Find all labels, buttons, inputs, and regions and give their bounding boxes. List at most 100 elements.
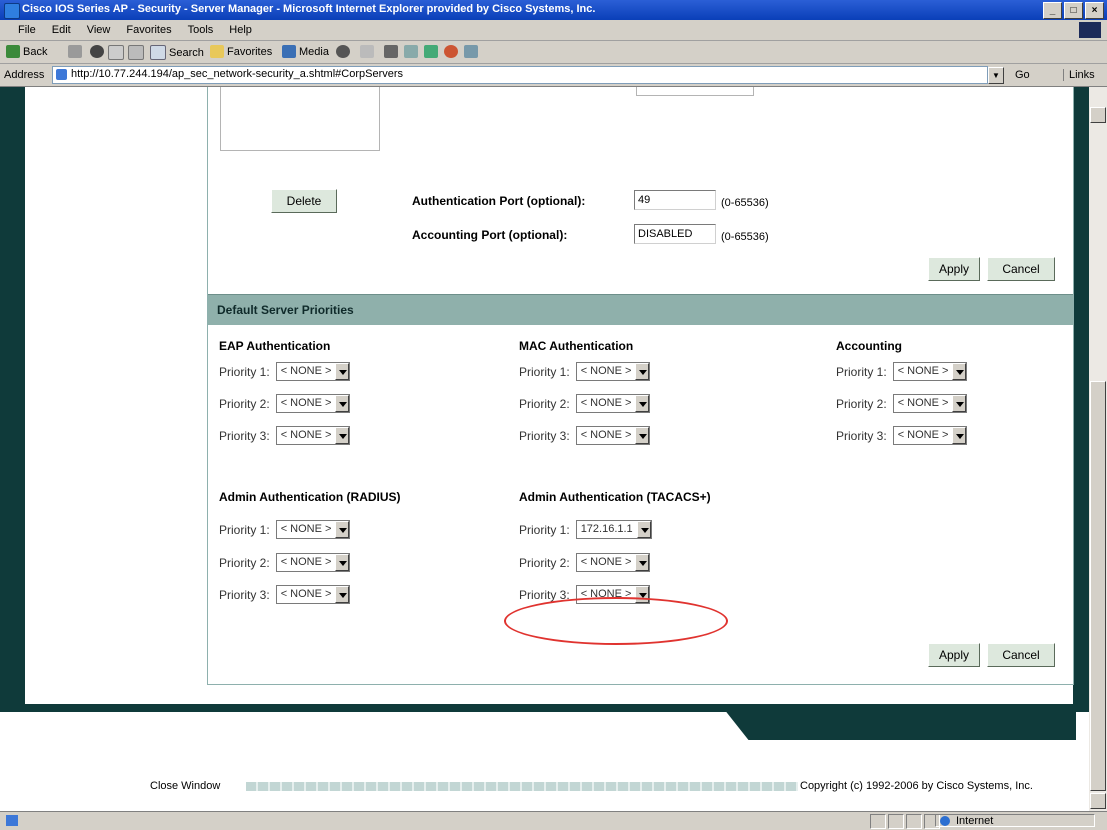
delete-button[interactable]: Delete <box>271 189 337 213</box>
eap-priority-1-select[interactable]: < NONE > <box>275 362 351 381</box>
close-button[interactable]: × <box>1085 2 1104 19</box>
server-listbox[interactable] <box>220 87 380 151</box>
chevron-down-icon <box>335 586 350 603</box>
priority-label: Priority 2: <box>219 396 270 411</box>
select-value: < NONE > <box>580 588 632 600</box>
menu-favorites[interactable]: Favorites <box>126 24 171 36</box>
menu-edit[interactable]: Edit <box>52 24 71 36</box>
go-button[interactable]: Go <box>1015 69 1030 81</box>
eap-priority-3-select[interactable]: < NONE > <box>275 426 351 445</box>
mac-priority-3-select[interactable]: < NONE > <box>575 426 651 445</box>
admin-radius-priority-3-select[interactable]: < NONE > <box>275 585 351 604</box>
forward-arrow-icon <box>68 45 82 58</box>
home-button[interactable] <box>128 45 144 60</box>
select-value: < NONE > <box>280 523 332 535</box>
cancel-button-servers[interactable]: Cancel <box>987 257 1055 281</box>
menu-file[interactable]: File <box>18 24 36 36</box>
research-button[interactable] <box>464 45 478 58</box>
chevron-down-icon <box>635 395 650 412</box>
favorites-button[interactable]: Favorites <box>210 45 272 58</box>
edit-button[interactable] <box>404 45 418 58</box>
accounting-priority-2-select[interactable]: < NONE > <box>892 394 968 413</box>
stop-button[interactable] <box>90 45 104 58</box>
chevron-down-icon <box>952 363 967 380</box>
auth-port-input[interactable]: 49 <box>634 190 716 210</box>
auth-port-label: Authentication Port (optional): <box>412 194 586 208</box>
select-value: < NONE > <box>280 429 332 441</box>
accounting-priority-3-select[interactable]: < NONE > <box>892 426 968 445</box>
clipped-input[interactable] <box>636 87 754 96</box>
address-input[interactable]: http://10.77.244.194/ap_sec_network-secu… <box>52 66 988 84</box>
menu-view[interactable]: View <box>87 24 111 36</box>
vertical-scrollbar[interactable] <box>1089 87 1107 811</box>
chevron-down-icon <box>635 554 650 571</box>
page-status-icon <box>6 815 18 826</box>
mac-priority-2-select[interactable]: < NONE > <box>575 394 651 413</box>
priority-label: Priority 3: <box>219 587 270 602</box>
favorites-icon <box>210 45 224 58</box>
select-value: < NONE > <box>897 429 949 441</box>
back-button[interactable]: Back <box>6 45 47 58</box>
scroll-down-button[interactable] <box>1090 793 1106 809</box>
messenger-button[interactable] <box>444 45 458 58</box>
mail-button[interactable] <box>360 45 374 58</box>
toolbar: Back Search Favorites Media <box>0 41 1107 64</box>
admin-radius-priority-1-select[interactable]: < NONE > <box>275 520 351 539</box>
bottom-diagonal-band <box>720 704 1076 740</box>
eap-heading: EAP Authentication <box>219 339 331 353</box>
chevron-down-icon <box>335 395 350 412</box>
mac-priority-2: Priority 2: < NONE > <box>519 394 651 413</box>
media-button[interactable]: Media <box>282 45 329 58</box>
admin-tacacs-priority-2: Priority 2: < NONE > <box>519 553 651 572</box>
minimize-button[interactable]: _ <box>1043 2 1062 19</box>
history-button[interactable] <box>336 45 350 58</box>
address-dropdown-button[interactable]: ▼ <box>988 67 1004 84</box>
refresh-button[interactable] <box>108 45 124 60</box>
messenger-icon <box>444 45 458 58</box>
acct-port-input[interactable]: DISABLED <box>634 224 716 244</box>
accounting-priority-1-select[interactable]: < NONE > <box>892 362 968 381</box>
back-arrow-icon <box>6 45 20 58</box>
globe-icon <box>940 816 950 826</box>
media-icon <box>282 45 296 58</box>
search-label: Search <box>169 46 204 59</box>
select-value: < NONE > <box>580 365 632 377</box>
accounting-heading: Accounting <box>836 339 902 353</box>
cancel-button-priorities[interactable]: Cancel <box>987 643 1055 667</box>
chevron-down-icon <box>335 363 350 380</box>
mac-priority-1-select[interactable]: < NONE > <box>575 362 651 381</box>
admin-radius-priority-2: Priority 2: < NONE > <box>219 553 351 572</box>
forward-button[interactable] <box>68 45 82 58</box>
admin-tacacs-priority-2-select[interactable]: < NONE > <box>575 553 651 572</box>
print-button[interactable] <box>384 45 398 58</box>
admin-tacacs-priority-1-select[interactable]: 172.16.1.1 <box>575 520 652 539</box>
mac-priority-1: Priority 1: < NONE > <box>519 362 651 381</box>
accounting-priority-3: Priority 3: < NONE > <box>836 426 968 445</box>
select-value: 172.16.1.1 <box>580 523 633 535</box>
menu-tools[interactable]: Tools <box>188 24 214 36</box>
scroll-thumb[interactable] <box>1090 381 1106 791</box>
apply-button-servers[interactable]: Apply <box>928 257 980 281</box>
select-value: < NONE > <box>580 397 632 409</box>
status-cell <box>906 814 922 829</box>
admin-tacacs-priority-3-select[interactable]: < NONE > <box>575 585 651 604</box>
discuss-button[interactable] <box>424 45 438 58</box>
links-button[interactable]: Links <box>1063 69 1095 81</box>
auth-port-range: (0-65536) <box>721 197 769 209</box>
close-window-link[interactable]: Close Window <box>150 780 220 792</box>
scroll-up-button[interactable] <box>1090 107 1106 123</box>
maximize-button[interactable]: □ <box>1064 2 1083 19</box>
menu-help[interactable]: Help <box>229 24 252 36</box>
select-value: < NONE > <box>280 588 332 600</box>
discuss-icon <box>424 45 438 58</box>
admin-radius-priority-2-select[interactable]: < NONE > <box>275 553 351 572</box>
eap-priority-2-select[interactable]: < NONE > <box>275 394 351 413</box>
server-manager-panel: Delete Authentication Port (optional): 4… <box>207 87 1074 685</box>
page-footer: Close Window Copyright (c) 1992-2006 by … <box>0 777 1089 797</box>
apply-button-priorities[interactable]: Apply <box>928 643 980 667</box>
admin-radius-heading: Admin Authentication (RADIUS) <box>219 490 401 504</box>
stop-icon <box>90 45 104 58</box>
ie-app-icon <box>4 3 20 19</box>
search-button[interactable]: Search <box>150 45 204 60</box>
copyright-text: Copyright (c) 1992-2006 by Cisco Systems… <box>800 780 1033 792</box>
